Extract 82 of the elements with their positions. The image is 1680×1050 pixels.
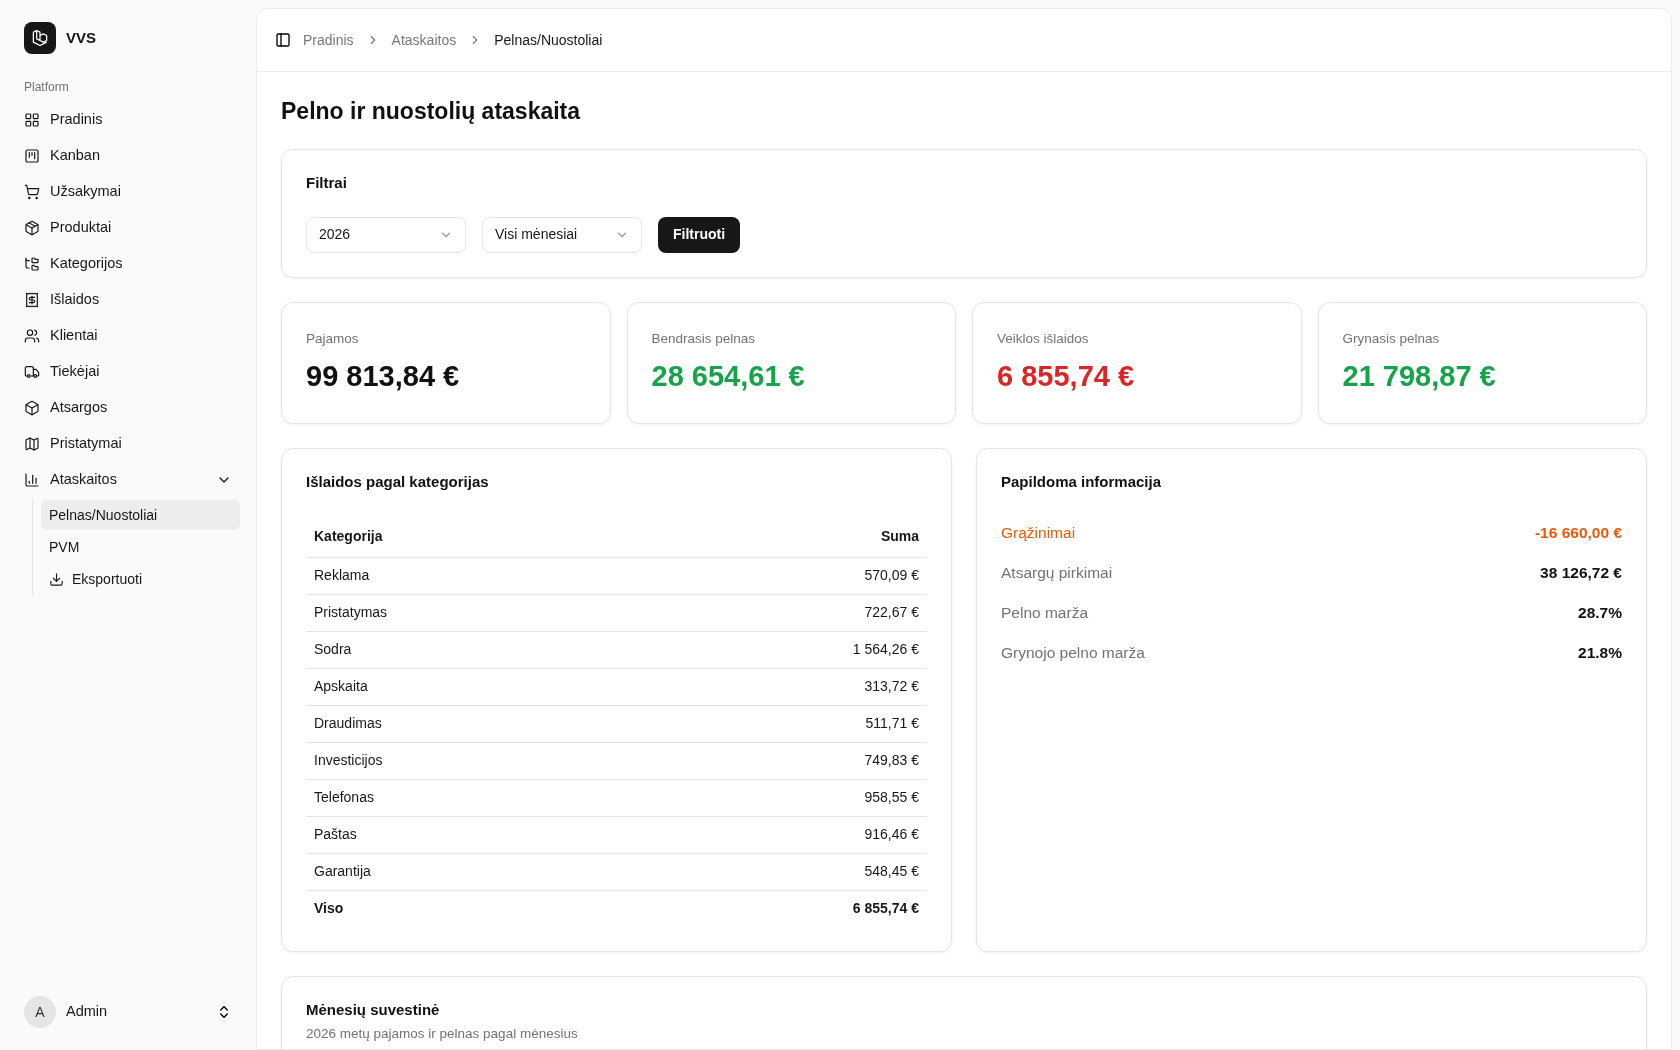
users-icon — [24, 328, 40, 344]
stat-value: 99 813,84 € — [306, 358, 461, 394]
table-cell: Draudimas — [306, 705, 630, 742]
nav-item[interactable]: Kanban — [16, 138, 240, 174]
card-title: Išlaidos pagal kategorijas — [306, 471, 490, 492]
info-value: 28.7% — [1578, 603, 1622, 624]
user-avatar[interactable]: A — [24, 996, 56, 1028]
stat-value: 21 798,87 € — [1342, 358, 1497, 394]
select-field[interactable]: Visi mėnesiai — [482, 216, 642, 253]
table-cell: 511,71 € — [629, 705, 927, 742]
card-title: Filtrai — [306, 173, 348, 193]
user-name: Admin — [66, 1002, 109, 1022]
column-header: Suma — [629, 517, 927, 557]
page-title: Pelno ir nuostolių ataskaita — [281, 97, 582, 126]
bar-chart-icon — [24, 472, 40, 488]
package-icon — [24, 220, 40, 236]
info-label: Pelno marža — [1001, 603, 1088, 624]
stat-label: Grynasis pelnas — [1342, 329, 1441, 348]
breadcrumb-link[interactable]: Ataskaitos — [391, 29, 457, 51]
table-cell: Paštas — [306, 816, 630, 853]
table-cell: Viso — [306, 890, 630, 927]
table-cell: 6 855,74 € — [629, 890, 927, 927]
table-cell: Reklama — [306, 557, 630, 594]
table-cell: Sodra — [306, 631, 630, 668]
nav-subitem[interactable]: Eksportuoti — [41, 564, 240, 594]
nav-item[interactable]: Užsakymai — [16, 174, 240, 210]
card-title: Mėnesių suvestinė — [306, 1000, 441, 1020]
receipt-icon — [24, 292, 40, 308]
nav-item[interactable]: Pradinis — [16, 102, 240, 138]
stat-label: Pajamos — [306, 329, 360, 348]
info-value: 21.8% — [1578, 643, 1622, 664]
info-value: 38 126,72 € — [1540, 563, 1622, 584]
board-icon — [24, 148, 40, 164]
breadcrumb-link[interactable]: Pelnas/Nuostoliai — [494, 29, 603, 51]
breadcrumb-link[interactable]: Pradinis — [303, 29, 354, 51]
table-cell: 749,83 € — [629, 742, 927, 779]
table-cell: 1 564,26 € — [629, 631, 927, 668]
nav-item[interactable]: Tiekėjai — [16, 354, 240, 390]
filter-button[interactable]: Filtruoti — [658, 216, 741, 253]
table-cell: 548,45 € — [629, 853, 927, 890]
info-label: Grąžinimai — [1001, 523, 1076, 544]
card-title: Papildoma informacija — [1001, 471, 1163, 492]
table-cell: Investicijos — [306, 742, 630, 779]
nav-item[interactable]: Ataskaitos — [16, 462, 240, 498]
sidebar-toggle-icon[interactable] — [275, 32, 291, 48]
app-name: VVS — [66, 27, 96, 48]
table-cell: Telefonas — [306, 779, 630, 816]
card-subtitle: 2026 metų pajamos ir pelnas pagal mėnesius — [306, 1024, 579, 1043]
stat-label: Bendrasis pelnas — [651, 329, 757, 348]
nav-item[interactable]: Klientai — [16, 318, 240, 354]
nav-item[interactable]: Atsargos — [16, 390, 240, 426]
truck-icon — [24, 364, 40, 380]
stat-value: 6 855,74 € — [997, 358, 1136, 394]
section-label: Platform — [23, 79, 70, 96]
table-cell: Garantija — [306, 853, 630, 890]
table-cell: 958,55 € — [629, 779, 927, 816]
stat-value: 28 654,61 € — [651, 358, 806, 394]
app-logo — [24, 22, 56, 54]
select-field[interactable]: 2026 — [306, 216, 466, 253]
stat-label: Veiklos išlaidos — [997, 329, 1090, 348]
table-cell: 722,67 € — [629, 594, 927, 631]
grid-icon — [24, 112, 40, 128]
map-icon — [24, 436, 40, 452]
box-icon — [24, 400, 40, 416]
cart-icon — [24, 184, 40, 200]
nav-subitem[interactable]: PVM — [41, 532, 240, 562]
info-label: Grynojo pelno marža — [1001, 643, 1145, 664]
nav-subitem[interactable]: Pelnas/Nuostoliai — [41, 500, 240, 530]
nav-item[interactable]: Produktai — [16, 210, 240, 246]
table-cell: Apskaita — [306, 668, 630, 705]
download-icon — [49, 571, 64, 587]
table-cell: 313,72 € — [629, 668, 927, 705]
column-header: Kategorija — [306, 517, 630, 557]
table-cell: 570,09 € — [629, 557, 927, 594]
nav-item[interactable]: Pristatymai — [16, 426, 240, 462]
table-cell: 916,46 € — [629, 816, 927, 853]
nav-item[interactable]: Išlaidos — [16, 282, 240, 318]
table-cell: Pristatymas — [306, 594, 630, 631]
nav-item[interactable]: Kategorijos — [16, 246, 240, 282]
info-value: -16 660,00 € — [1534, 523, 1622, 544]
tree-icon — [24, 256, 40, 272]
info-label: Atsargų pirkimai — [1001, 563, 1113, 584]
